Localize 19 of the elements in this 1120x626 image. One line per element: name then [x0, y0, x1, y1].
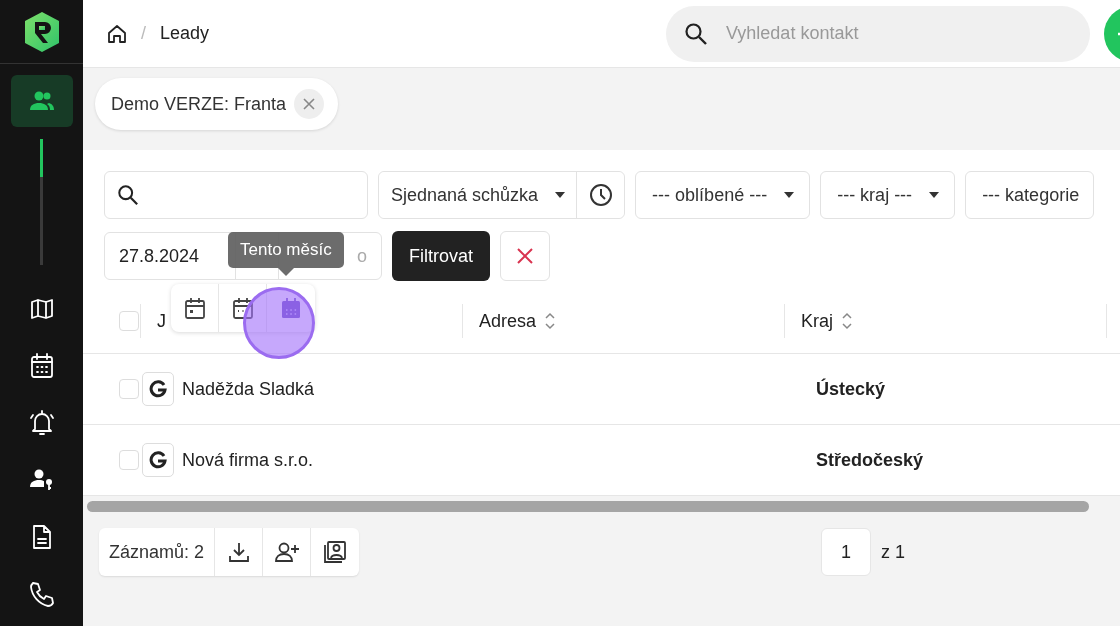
breadcrumb-current: Leady [160, 23, 210, 44]
table-cell: Nová firma s.r.o. [182, 449, 314, 471]
filter-dropdown[interactable]: --- kraj --- [820, 171, 956, 219]
page-total: z 1 [881, 541, 906, 563]
breadcrumb-separator: / [141, 23, 146, 44]
table-cell: Naděžda Sladká [182, 378, 315, 400]
chip-label: Demo VERZE: Franta [111, 93, 287, 115]
filter-button[interactable]: Filtrovat [392, 231, 490, 281]
table-cell-text: Ústecký [815, 378, 886, 400]
column-header[interactable]: Adresa [479, 310, 537, 332]
tooltip: Tento měsíc [228, 232, 344, 268]
column-header[interactable]: J [157, 310, 166, 332]
record-count: Záznamů: 2 [99, 528, 216, 576]
filter-dropdown[interactable]: --- oblíbené --- [635, 171, 811, 219]
filter-dropdown[interactable]: --- kategorie [965, 171, 1095, 219]
page-field[interactable]: 1 [821, 528, 872, 576]
column-header[interactable]: Kraj [801, 310, 833, 332]
table-cell-text: Středočeský [815, 449, 924, 471]
search-field[interactable]: Vyhledat kontakt [666, 5, 1090, 62]
